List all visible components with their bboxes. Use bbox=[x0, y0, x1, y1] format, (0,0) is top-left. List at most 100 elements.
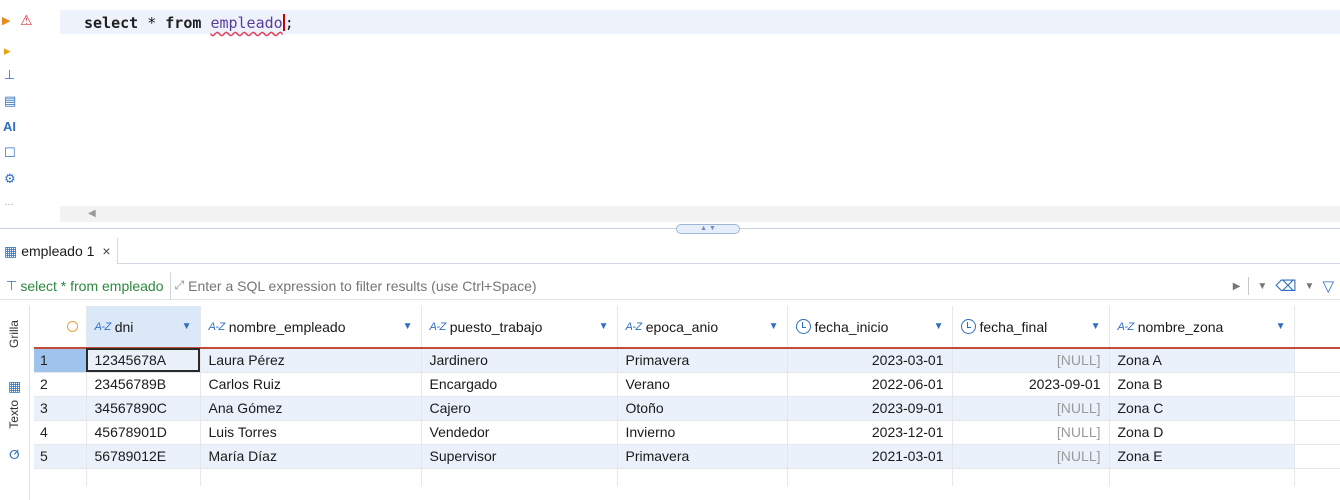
cell-epoca-anio[interactable]: Primavera bbox=[617, 348, 788, 373]
filter-controls: ▶ ▼ ⌫ ▼ ▽ bbox=[1233, 272, 1340, 300]
run-arrow-icon[interactable]: ▶ bbox=[2, 14, 10, 28]
cell-fecha-inicio[interactable]: 2023-03-01 bbox=[787, 348, 953, 373]
column-header-fecha-inicio[interactable]: fecha_inicio ▼ bbox=[787, 306, 953, 349]
cell-puesto-trabajo[interactable]: Encargado bbox=[421, 372, 618, 397]
chevron-down-icon[interactable]: ▼ bbox=[934, 321, 944, 332]
select-all-cell[interactable] bbox=[34, 306, 87, 349]
cell-epoca-anio[interactable]: Verano bbox=[617, 372, 788, 397]
cell-dni[interactable]: 45678901D bbox=[86, 420, 201, 445]
text-type-icon: A-Z bbox=[94, 320, 112, 333]
column-header-dni[interactable]: A-Z dni ▼ bbox=[86, 306, 201, 349]
expand-icon[interactable]: ⤢ bbox=[171, 278, 189, 293]
cell-nombre-zona[interactable]: Zona B bbox=[1109, 372, 1295, 397]
editor-horizontal-scrollbar[interactable]: ◀ bbox=[60, 206, 1340, 222]
cell-nombre-zona[interactable]: Zona A bbox=[1109, 348, 1295, 373]
text-type-icon: A-Z bbox=[1117, 320, 1135, 333]
column-header-puesto-trabajo[interactable]: A-Z puesto_trabajo ▼ bbox=[421, 306, 618, 349]
row-filler bbox=[1294, 372, 1340, 397]
column-header-nombre-empleado[interactable]: A-Z nombre_empleado ▼ bbox=[200, 306, 422, 349]
chevron-down-icon[interactable]: ▼ bbox=[599, 321, 609, 332]
chevron-down-icon[interactable]: ▼ bbox=[403, 321, 413, 332]
table-row[interactable]: 5 56789012E María Díaz Supervisor Primav… bbox=[34, 444, 1340, 469]
cell-puesto-trabajo[interactable]: Cajero bbox=[421, 396, 618, 421]
cell-fecha-final[interactable]: [NULL] bbox=[952, 396, 1110, 421]
row-number[interactable]: 3 bbox=[34, 396, 87, 421]
cell-dni[interactable]: 12345678A bbox=[86, 348, 201, 373]
cell-nombre-zona[interactable]: Zona D bbox=[1109, 420, 1295, 445]
history-dropdown-icon[interactable]: ▼ bbox=[1257, 281, 1267, 292]
cell-nombre-empleado[interactable]: Carlos Ruiz bbox=[200, 372, 422, 397]
cell-nombre-empleado[interactable]: Luis Torres bbox=[200, 420, 422, 445]
table-row[interactable]: 1 12345678A Laura Pérez Jardinero Primav… bbox=[34, 348, 1340, 373]
cell-nombre-empleado[interactable]: María Díaz bbox=[200, 444, 422, 469]
cell-puesto-trabajo[interactable]: Supervisor bbox=[421, 444, 618, 469]
empty-cell bbox=[200, 468, 422, 486]
row-number[interactable]: 4 bbox=[34, 420, 87, 445]
text-icon[interactable]: ⵚ bbox=[9, 448, 20, 462]
empty-cell bbox=[34, 468, 87, 486]
eraser-icon[interactable]: ⌫ bbox=[1275, 277, 1296, 295]
outline-icon[interactable]: ☐ bbox=[4, 146, 16, 160]
chevron-down-icon[interactable]: ▼ bbox=[1091, 321, 1101, 332]
scroll-left-icon[interactable]: ◀ bbox=[88, 208, 96, 219]
cell-dni[interactable]: 56789012E bbox=[86, 444, 201, 469]
tab-grid[interactable]: Grilla bbox=[7, 320, 21, 348]
chevron-down-icon[interactable]: ▼ bbox=[769, 321, 779, 332]
close-icon[interactable]: × bbox=[102, 243, 110, 259]
cell-epoca-anio[interactable]: Primavera bbox=[617, 444, 788, 469]
column-header-fecha-final[interactable]: fecha_final ▼ bbox=[952, 306, 1110, 349]
ai-assist-icon[interactable]: AI bbox=[3, 120, 16, 134]
view-mode-tabs: Grilla ▦ Texto ⵚ bbox=[0, 306, 30, 500]
cell-nombre-empleado[interactable]: Laura Pérez bbox=[200, 348, 422, 373]
cell-nombre-zona[interactable]: Zona C bbox=[1109, 396, 1295, 421]
cell-fecha-final[interactable]: 2023-09-01 bbox=[952, 372, 1110, 397]
cell-puesto-trabajo[interactable]: Vendedor bbox=[421, 420, 618, 445]
row-number[interactable]: 2 bbox=[34, 372, 87, 397]
table-row[interactable]: 4 45678901D Luis Torres Vendedor Inviern… bbox=[34, 420, 1340, 445]
column-header-nombre-zona[interactable]: A-Z nombre_zona ▼ bbox=[1109, 306, 1295, 349]
execute-script-icon[interactable]: ▸ bbox=[4, 44, 11, 58]
cell-fecha-inicio[interactable]: 2023-09-01 bbox=[787, 396, 953, 421]
dropdown-icon[interactable]: ▼ bbox=[1305, 281, 1315, 292]
more-icon[interactable]: … bbox=[4, 196, 14, 210]
clock-icon bbox=[795, 319, 811, 334]
table-row[interactable]: 2 23456789B Carlos Ruiz Encargado Verano… bbox=[34, 372, 1340, 397]
row-number[interactable]: 1 bbox=[34, 348, 87, 373]
panel-splitter[interactable]: ▲ ▼ bbox=[0, 224, 1340, 234]
sql-code-line[interactable]: select * from empleado; bbox=[84, 14, 294, 32]
play-icon[interactable]: ▶ bbox=[1233, 281, 1241, 292]
cell-dni[interactable]: 34567890C bbox=[86, 396, 201, 421]
cell-dni[interactable]: 23456789B bbox=[86, 372, 201, 397]
cell-fecha-inicio[interactable]: 2022-06-01 bbox=[787, 372, 953, 397]
funnel-icon[interactable]: ▽ bbox=[1322, 277, 1334, 295]
cell-fecha-inicio[interactable]: 2023-12-01 bbox=[787, 420, 953, 445]
grid-icon[interactable]: ▦ bbox=[8, 378, 21, 395]
column-name: nombre_zona bbox=[1137, 318, 1224, 335]
filter-sql-button[interactable]: ⊤ select * from empleado bbox=[0, 271, 171, 300]
cell-epoca-anio[interactable]: Otoño bbox=[617, 396, 788, 421]
settings-icon[interactable]: ⚙ bbox=[4, 172, 16, 186]
cell-nombre-empleado[interactable]: Ana Gómez bbox=[200, 396, 422, 421]
cell-fecha-inicio[interactable]: 2021-03-01 bbox=[787, 444, 953, 469]
empty-cell bbox=[1294, 468, 1340, 486]
format-icon[interactable]: ▤ bbox=[4, 94, 16, 108]
tab-empleado-1[interactable]: ▦ empleado 1 × bbox=[0, 238, 118, 264]
splitter-grip-icon[interactable]: ▲ ▼ bbox=[676, 224, 740, 234]
cell-fecha-final[interactable]: [NULL] bbox=[952, 420, 1110, 445]
chevron-down-icon[interactable]: ▼ bbox=[182, 321, 192, 332]
statement-terminator: ; bbox=[284, 14, 294, 32]
cell-fecha-final[interactable]: [NULL] bbox=[952, 444, 1110, 469]
chevron-down-icon[interactable]: ▼ bbox=[1276, 321, 1286, 332]
table-row[interactable]: 3 34567890C Ana Gómez Cajero Otoño 2023-… bbox=[34, 396, 1340, 421]
filter-input[interactable] bbox=[188, 273, 1139, 298]
cell-puesto-trabajo[interactable]: Jardinero bbox=[421, 348, 618, 373]
row-number[interactable]: 5 bbox=[34, 444, 87, 469]
cell-epoca-anio[interactable]: Invierno bbox=[617, 420, 788, 445]
empty-row bbox=[34, 468, 1340, 486]
column-header-epoca-anio[interactable]: A-Z epoca_anio ▼ bbox=[617, 306, 788, 349]
cell-fecha-final[interactable]: [NULL] bbox=[952, 348, 1110, 373]
explain-icon[interactable]: ⊥ bbox=[4, 68, 15, 82]
sql-editor[interactable]: ▶ ⚠ ▸ ⊥ ▤ AI ☐ ⚙ … select * from emplead… bbox=[0, 0, 1340, 232]
tab-text[interactable]: Texto bbox=[7, 400, 21, 429]
cell-nombre-zona[interactable]: Zona E bbox=[1109, 444, 1295, 469]
